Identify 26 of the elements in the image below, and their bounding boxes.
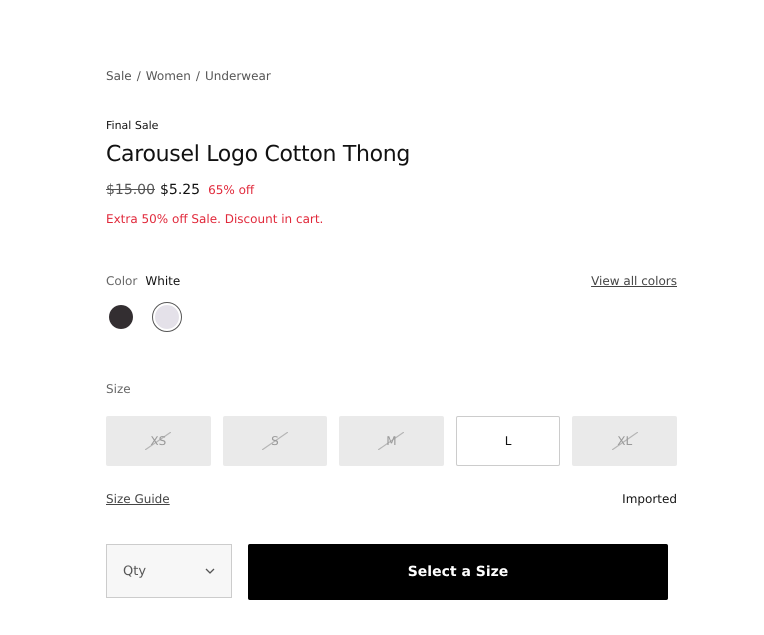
breadcrumb-separator: / — [196, 69, 200, 83]
size-option[interactable]: L — [456, 416, 560, 466]
view-all-colors-link[interactable]: View all colors — [591, 274, 677, 288]
chevron-down-icon — [205, 568, 215, 574]
color-value: White — [145, 274, 180, 288]
size-label: Size — [106, 382, 132, 396]
original-price: $15.00 — [106, 182, 155, 198]
origin-text: Imported — [622, 492, 677, 506]
product-title: Carousel Logo Cotton Thong — [106, 142, 412, 167]
strikethrough-line-icon — [262, 432, 288, 450]
breadcrumb-link[interactable]: Women — [146, 69, 191, 83]
breadcrumb-link[interactable]: Underwear — [204, 69, 271, 83]
promo-text: Extra 50% off Sale. Discount in cart. — [106, 212, 324, 226]
strikethrough-line-icon — [612, 432, 638, 450]
select-size-button[interactable]: Select a Size — [248, 544, 668, 600]
size-guide-link[interactable]: Size Guide — [106, 492, 170, 506]
final-sale-label: Final Sale — [106, 119, 160, 132]
color-label: Color — [106, 274, 138, 288]
breadcrumb-separator: / — [136, 69, 141, 83]
breadcrumb-link[interactable]: Sale — [106, 69, 132, 83]
strikethrough-line-icon — [378, 432, 404, 450]
discount-label: 65% off — [208, 183, 254, 197]
color-swatch[interactable] — [152, 302, 182, 332]
sale-price: $5.25 — [160, 182, 200, 198]
strikethrough-line-icon — [145, 432, 172, 450]
quantity-select[interactable]: Qty — [106, 544, 232, 598]
